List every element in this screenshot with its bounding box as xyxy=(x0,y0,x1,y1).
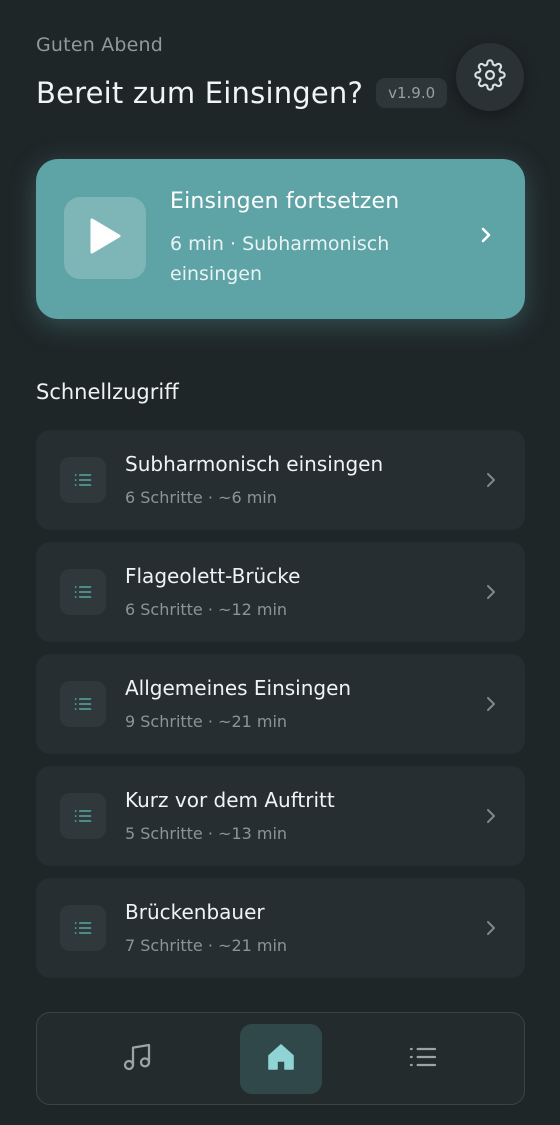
greeting: Guten Abend xyxy=(36,34,164,56)
quick-access-item[interactable]: Kurz vor dem Auftritt 5 Schritte · ~13 mi… xyxy=(36,766,525,866)
chevron-right-icon xyxy=(479,225,493,249)
chevron-right-icon xyxy=(485,581,497,607)
version-badge: v1.9.0 xyxy=(376,78,448,108)
section-title: Schnellzugriff xyxy=(36,380,179,404)
quick-access-item[interactable]: Flageolett-Brücke 6 Schritte · ~12 min xyxy=(36,542,525,642)
quick-item-title: Kurz vor dem Auftritt xyxy=(125,788,335,812)
play-icon xyxy=(88,217,122,259)
list-icon xyxy=(407,1041,439,1077)
play-button[interactable] xyxy=(64,197,146,279)
title-row: Bereit zum Einsingen? v1.9.0 xyxy=(36,76,448,110)
list-icon xyxy=(60,569,106,615)
nav-list-button[interactable] xyxy=(382,1024,464,1094)
bottom-navigation xyxy=(36,1012,525,1105)
home-icon xyxy=(265,1041,297,1077)
chevron-right-icon xyxy=(485,917,497,943)
gear-icon xyxy=(474,59,506,95)
quick-item-meta: 9 Schritte · ~21 min xyxy=(125,712,288,731)
quick-access-item[interactable]: Allgemeines Einsingen 9 Schritte · ~21 mi… xyxy=(36,654,525,754)
list-icon xyxy=(60,905,106,951)
nav-home-button[interactable] xyxy=(240,1024,322,1094)
quick-item-title: Allgemeines Einsingen xyxy=(125,676,352,700)
continue-warmup-card[interactable]: Einsingen fortsetzen 6 min · Subharmonis… xyxy=(36,159,525,319)
chevron-right-icon xyxy=(485,469,497,495)
page-title: Bereit zum Einsingen? xyxy=(36,76,364,110)
hero-subtitle: 6 min · Subharmonisch einsingen xyxy=(170,233,390,285)
quick-item-title: Flageolett-Brücke xyxy=(125,564,301,588)
quick-access-item[interactable]: Brückenbauer 7 Schritte · ~21 min xyxy=(36,878,525,978)
settings-button[interactable] xyxy=(456,43,524,111)
nav-music-button[interactable] xyxy=(96,1024,178,1094)
music-note-icon xyxy=(121,1041,153,1077)
quick-item-meta: 6 Schritte · ~12 min xyxy=(125,600,288,619)
quick-item-title: Brückenbauer xyxy=(125,900,265,924)
quick-item-meta: 7 Schritte · ~21 min xyxy=(125,936,288,955)
chevron-right-icon xyxy=(485,693,497,719)
quick-item-title: Subharmonisch einsingen xyxy=(125,452,384,476)
quick-item-meta: 6 Schritte · ~6 min xyxy=(125,488,277,507)
list-icon xyxy=(60,681,106,727)
list-icon xyxy=(60,793,106,839)
quick-access-item[interactable]: Subharmonisch einsingen 6 Schritte · ~6 m… xyxy=(36,430,525,530)
quick-item-meta: 5 Schritte · ~13 min xyxy=(125,824,288,843)
chevron-right-icon xyxy=(485,805,497,831)
hero-title: Einsingen fortsetzen xyxy=(170,189,400,214)
quick-access-list: Subharmonisch einsingen 6 Schritte · ~6 m… xyxy=(36,430,525,990)
list-icon xyxy=(60,457,106,503)
